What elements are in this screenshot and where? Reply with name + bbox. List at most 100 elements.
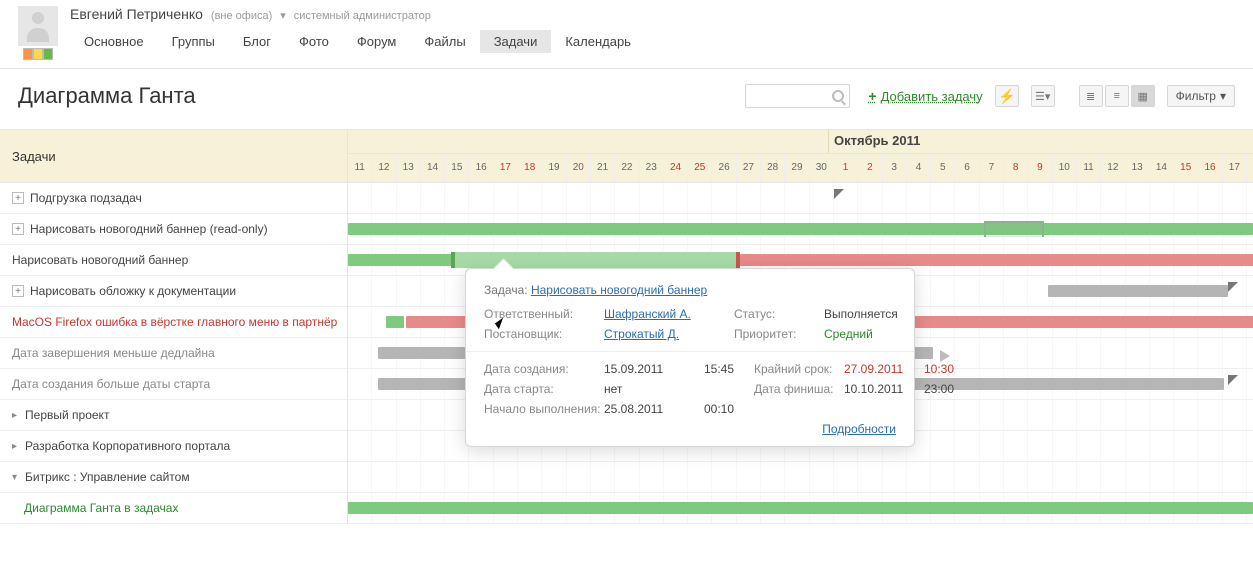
task-row[interactable]: Нарисовать новогодний баннер	[0, 245, 347, 276]
task-row[interactable]: MacOS Firefox ошибка в вёрстке главного …	[0, 307, 347, 338]
nav-groups[interactable]: Группы	[158, 30, 229, 53]
task-row[interactable]: +Подгрузка подзадач	[0, 183, 347, 214]
tt-status-label: Статус:	[734, 307, 824, 321]
gantt-bar[interactable]	[1048, 285, 1228, 297]
nav-forum[interactable]: Форум	[343, 30, 411, 53]
task-row[interactable]: ▸Первый проект	[0, 400, 347, 431]
day-cell: 22	[615, 154, 639, 182]
settings-dropdown[interactable]: ☰▾	[1031, 85, 1055, 107]
tt-start-value: нет	[604, 382, 704, 396]
tt-created-label: Дата создания:	[484, 362, 604, 376]
tt-responsible-label: Ответственный:	[484, 307, 604, 321]
task-row[interactable]: +Нарисовать обложку к документации	[0, 276, 347, 307]
add-task-link[interactable]: + Добавить задачу	[868, 88, 982, 104]
gantt-bar[interactable]	[348, 502, 1253, 514]
user-status[interactable]: (вне офиса)	[211, 10, 272, 22]
day-cell: 14	[1150, 154, 1174, 182]
tt-creator[interactable]: Строкатый Д.	[604, 327, 734, 341]
arrow-icon	[940, 350, 950, 362]
nav-photo[interactable]: Фото	[285, 30, 343, 53]
tt-exec-date: 25.08.2011	[604, 402, 704, 416]
gantt-bar[interactable]	[348, 223, 1253, 235]
month-header: Октябрь 2011	[348, 130, 1253, 154]
gantt-chart: Задачи +Подгрузка подзадач +Нарисовать н…	[0, 129, 1253, 524]
tree-icon: ≡	[1113, 90, 1119, 102]
day-cell: 23	[640, 154, 664, 182]
day-cell: 26	[712, 154, 736, 182]
tt-more-link[interactable]: Подробности	[822, 422, 896, 436]
drag-handle[interactable]	[736, 252, 740, 268]
nav-calendar[interactable]: Календарь	[551, 30, 645, 53]
day-cell: 12	[1101, 154, 1125, 182]
filter-button[interactable]: Фильтр ▾	[1167, 85, 1235, 107]
tt-status: Выполняется	[824, 307, 924, 321]
gantt-icon: ▦	[1137, 90, 1147, 103]
day-cell: 29	[785, 154, 809, 182]
view-gantt-button[interactable]: ▦	[1131, 85, 1155, 107]
tt-start-label: Дата старта:	[484, 382, 604, 396]
tt-created-date: 15.09.2011	[604, 362, 704, 376]
avatar[interactable]	[18, 6, 58, 46]
gantt-bar[interactable]	[386, 316, 404, 328]
nav-files[interactable]: Файлы	[410, 30, 479, 53]
day-cell: 16	[1198, 154, 1222, 182]
day-cell: 20	[567, 154, 591, 182]
tt-finish-label: Дата финиша:	[754, 382, 844, 396]
day-cell: 14	[421, 154, 445, 182]
nav-blog[interactable]: Блог	[229, 30, 285, 53]
expand-icon[interactable]: +	[12, 192, 24, 204]
user-name[interactable]: Евгений Петриченко	[70, 6, 203, 22]
tt-deadline-date: 27.09.2011	[844, 362, 924, 376]
avatar-badges	[23, 48, 53, 60]
task-row[interactable]: Дата завершения меньше дедлайна	[0, 338, 347, 369]
add-task-label: Добавить задачу	[881, 89, 983, 104]
task-list-column: Задачи +Подгрузка подзадач +Нарисовать н…	[0, 130, 348, 524]
day-cell: 9	[1028, 154, 1052, 182]
expand-icon[interactable]: +	[12, 223, 24, 235]
day-cell: 30	[810, 154, 834, 182]
tt-finish-time: 23:00	[924, 382, 974, 396]
day-cell: 7	[980, 154, 1004, 182]
day-cell: 5	[931, 154, 955, 182]
day-cell: 18	[518, 154, 542, 182]
day-cell: 3	[883, 154, 907, 182]
tt-exec-label: Начало выполнения:	[484, 402, 604, 416]
task-row[interactable]: ▾Битрикс : Управление сайтом	[0, 462, 347, 493]
task-row[interactable]: +Нарисовать новогодний баннер (read-only…	[0, 214, 347, 245]
timeline-column: Октябрь 2011 111213141516171819202122232…	[348, 130, 1253, 524]
milestone-marker[interactable]	[834, 189, 844, 203]
chevron-down-icon: ▾	[1220, 89, 1226, 103]
task-row[interactable]: Диаграмма Ганта в задачах	[0, 493, 347, 524]
tt-exec-time: 00:10	[704, 402, 754, 416]
expand-open-icon[interactable]: ▾	[12, 472, 17, 483]
nav-tasks[interactable]: Задачи	[480, 30, 552, 53]
expand-icon[interactable]: +	[12, 285, 24, 297]
toolbar: Диаграмма Ганта + Добавить задачу ⚡ ☰▾ ≣…	[0, 69, 1253, 119]
task-row[interactable]: Дата создания больше даты старта	[0, 369, 347, 400]
tt-task-name[interactable]: Нарисовать новогодний баннер	[531, 283, 707, 297]
nav-main[interactable]: Основное	[70, 30, 158, 53]
day-cell: 28	[761, 154, 785, 182]
bolt-button[interactable]: ⚡	[995, 85, 1019, 107]
day-cell: 25	[688, 154, 712, 182]
gantt-grid[interactable]: Задача: Нарисовать новогодний баннер Отв…	[348, 183, 1253, 524]
day-cell: 15	[1174, 154, 1198, 182]
collapse-icon[interactable]: ▸	[12, 441, 17, 452]
top-header: Евгений Петриченко (вне офиса) ▾ системн…	[0, 0, 1253, 60]
day-cell: 27	[737, 154, 761, 182]
day-cell: 11	[1077, 154, 1101, 182]
view-list-button[interactable]: ≣	[1079, 85, 1103, 107]
tt-responsible[interactable]: Шафранский А.	[604, 307, 734, 321]
dropdown-caret-icon[interactable]: ▾	[280, 9, 286, 22]
gantt-bar-overrun[interactable]	[740, 254, 1253, 266]
task-row[interactable]: ▸Разработка Корпоративного портала	[0, 431, 347, 462]
day-cell: 11	[348, 154, 372, 182]
search-icon[interactable]	[832, 90, 844, 102]
milestone-marker[interactable]	[1228, 375, 1238, 389]
bracket-marker[interactable]	[984, 221, 1044, 237]
drag-handle[interactable]	[451, 252, 455, 268]
view-tree-button[interactable]: ≡	[1105, 85, 1129, 107]
collapse-icon[interactable]: ▸	[12, 410, 17, 421]
tt-deadline-label: Крайний срок:	[754, 362, 844, 376]
milestone-marker[interactable]	[1228, 282, 1238, 296]
